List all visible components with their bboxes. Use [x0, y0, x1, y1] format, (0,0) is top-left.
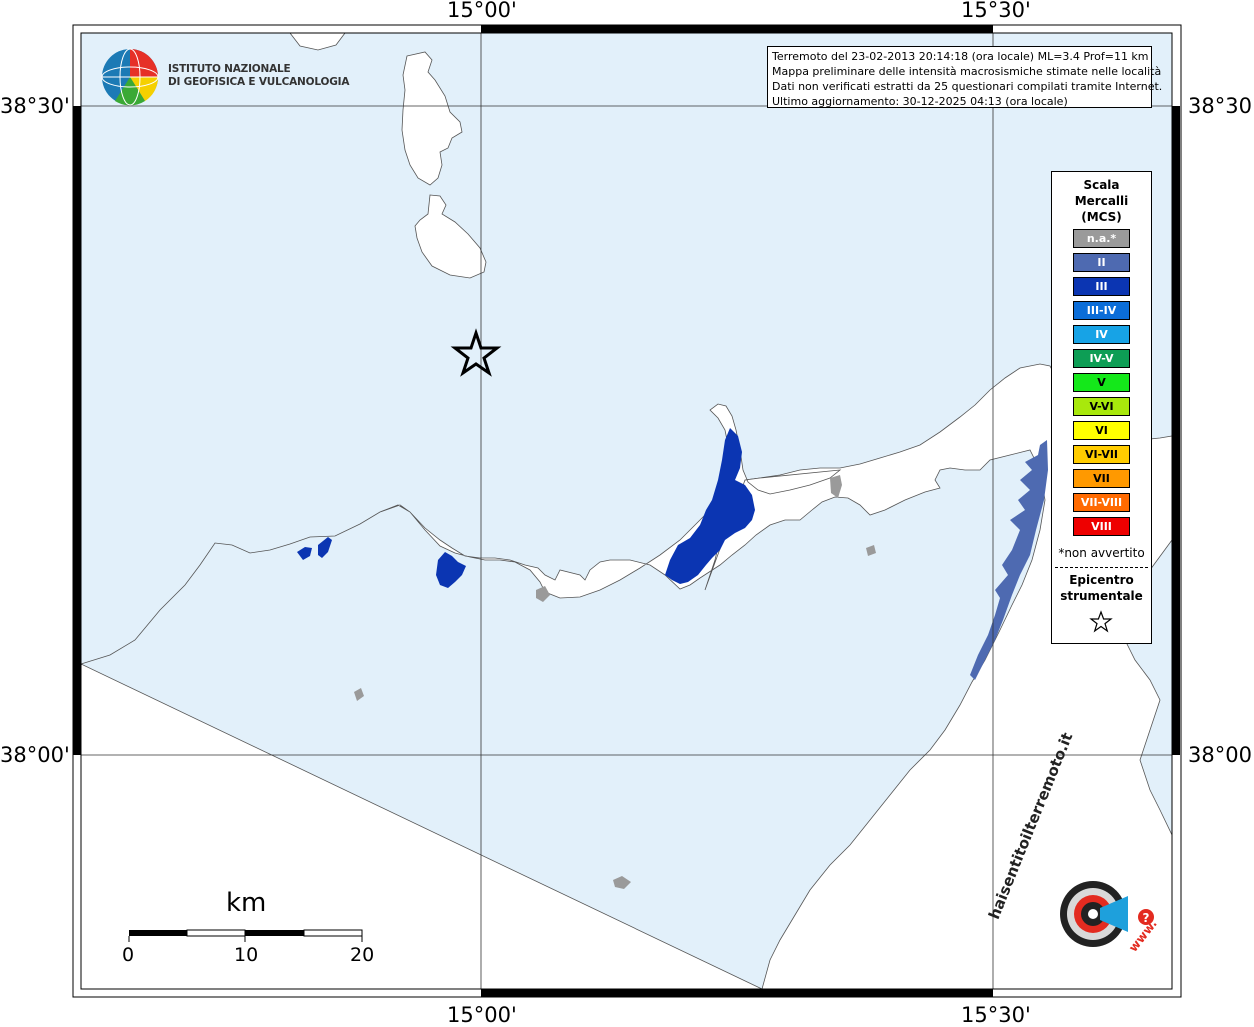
frame-bar: [1172, 106, 1180, 755]
legend-item: VII: [1073, 469, 1130, 488]
latitude-label-right-38-00: 38°00': [1188, 743, 1254, 767]
intensity-legend: Scala Mercalli (MCS) n.a.* II III III-IV IV I…: [1051, 171, 1152, 644]
legend-item: III: [1073, 277, 1130, 296]
legend-epicenter-line: Epicentro: [1069, 573, 1134, 587]
legend-item: VII-VIII: [1073, 493, 1130, 512]
logo-line-2: DI GEOFISICA E VULCANOLOGIA: [168, 76, 350, 88]
legend-item: VI: [1073, 421, 1130, 440]
event-info-box: Terremoto del 23-02-2013 20:14:18 (ora l…: [767, 46, 1163, 108]
logo-line-1: ISTITUTO NAZIONALE: [168, 63, 291, 75]
legend-title: Scala Mercalli (MCS): [1052, 177, 1151, 225]
event-info-line: Ultimo aggiornamento: 30-12-2025 04:13 (…: [772, 95, 1068, 108]
event-info-line: Dati non verificati estratti da 25 quest…: [772, 80, 1163, 93]
event-info-line: Mappa preliminare delle intensità macros…: [772, 65, 1162, 78]
legend-item: V-VI: [1073, 397, 1130, 416]
legend-item: n.a.*: [1073, 229, 1130, 248]
legend-title-line: Mercalli: [1074, 194, 1129, 208]
legend-item: III-IV: [1073, 301, 1130, 320]
legend-item: II: [1073, 253, 1130, 272]
scalebar-unit: km: [226, 888, 267, 918]
latitude-label-left-38-30: 38°30': [0, 94, 70, 118]
legend-epicenter-label: Epicentro strumentale: [1052, 572, 1151, 604]
legend-item: VI-VII: [1073, 445, 1130, 464]
scalebar-label-0: 0: [122, 944, 135, 966]
legend-title-line: (MCS): [1081, 210, 1122, 224]
star-outline-icon: [1089, 610, 1113, 633]
legend-item: IV-V: [1073, 349, 1130, 368]
frame-bar: [481, 25, 993, 33]
legend-epicenter-line: strumentale: [1060, 589, 1143, 603]
legend-item: IV: [1073, 325, 1130, 344]
longitude-label-bottom-15-30: 15°30': [961, 1003, 1031, 1027]
longitude-label-top-15-30: 15°30': [961, 0, 1031, 22]
latitude-label-left-38-00: 38°00': [0, 743, 70, 767]
legend-note: *non avvertito: [1058, 546, 1145, 560]
ingv-logo-text: ISTITUTO NAZIONALE DI GEOFISICA E VULCAN…: [168, 63, 349, 89]
latitude-label-right-38-30: 38°30': [1188, 94, 1254, 118]
frame-bar: [73, 106, 81, 755]
legend-title-line: Scala: [1083, 178, 1120, 192]
legend-item: VIII: [1073, 517, 1130, 536]
frame-bar: [481, 989, 993, 997]
scalebar-label-20: 20: [350, 944, 375, 966]
event-info-line: Terremoto del 23-02-2013 20:14:18 (ora l…: [772, 50, 1149, 63]
longitude-label-bottom-15-00: 15°00': [447, 1003, 517, 1027]
scalebar-label-10: 10: [234, 944, 259, 966]
legend-item: V: [1073, 373, 1130, 392]
longitude-label-top-15-00: 15°00': [447, 0, 517, 22]
legend-separator: [1055, 567, 1148, 568]
ingv-logo-icon: [101, 48, 159, 106]
